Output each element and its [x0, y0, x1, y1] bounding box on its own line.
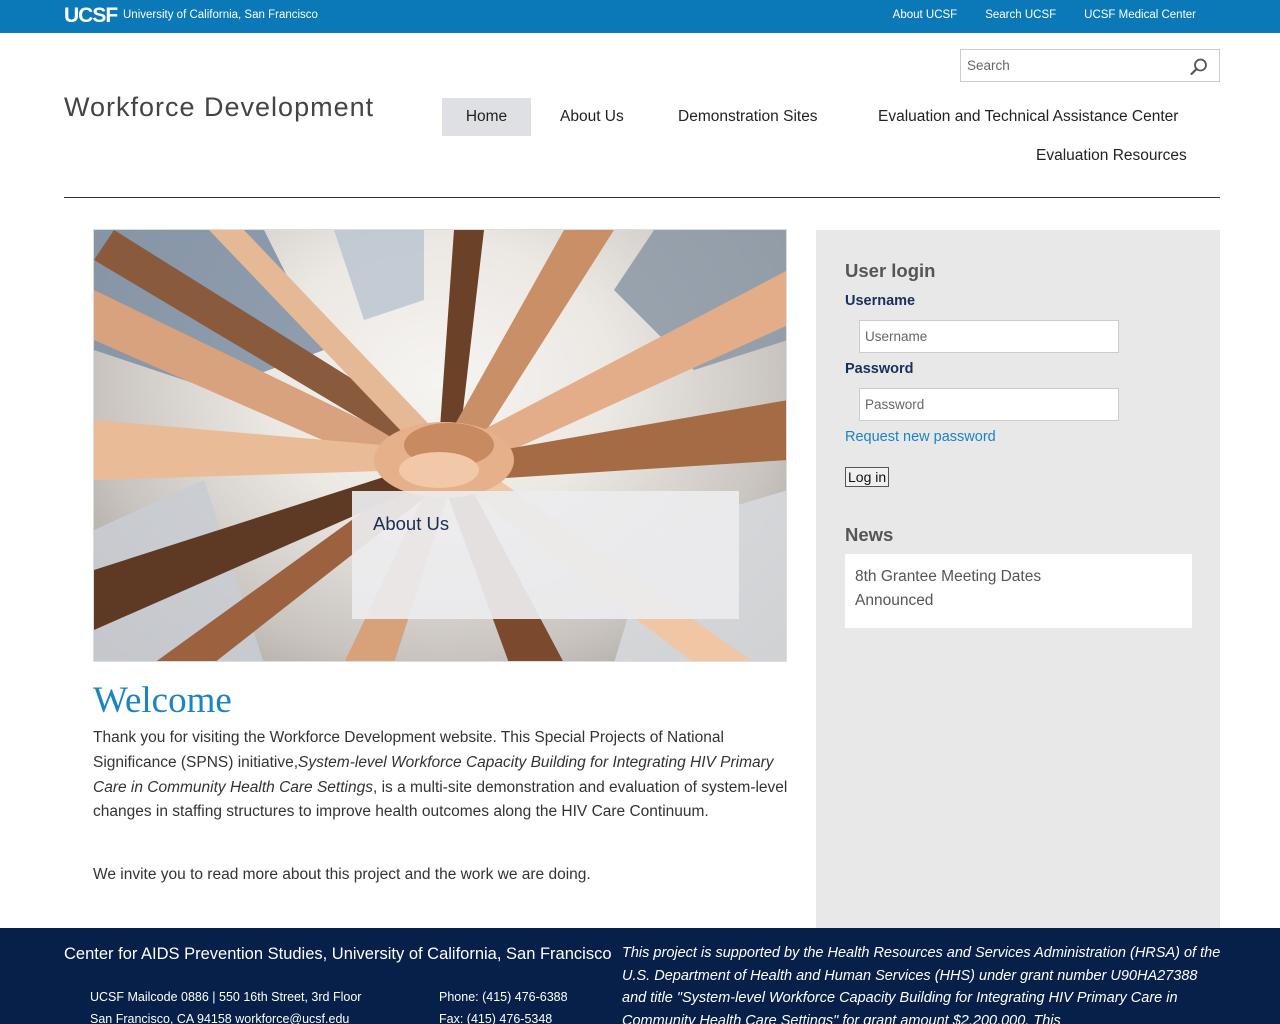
nav-demonstration-sites[interactable]: Demonstration Sites	[678, 98, 818, 136]
news-item-link[interactable]: 8th Grantee Meeting Dates Announced	[855, 565, 1055, 612]
intro-paragraph: Thank you for visiting the Workforce Dev…	[93, 726, 793, 825]
search-ucsf-link[interactable]: Search UCSF	[985, 9, 1056, 21]
ucsf-medical-center-link[interactable]: UCSF Medical Center	[1084, 9, 1196, 21]
username-field[interactable]	[859, 320, 1119, 353]
sidebar: User login Username Password Request new…	[816, 230, 1220, 928]
footer: Center for AIDS Prevention Studies, Univ…	[0, 928, 1280, 1024]
password-label: Password	[845, 361, 914, 377]
log-in-button[interactable]: Log in	[845, 467, 890, 487]
search-input[interactable]	[961, 50, 1181, 81]
search-icon[interactable]	[1189, 57, 1209, 77]
site-title[interactable]: Workforce Development	[64, 92, 374, 123]
nav-demonstration-sites-label[interactable]: Demonstration Sites	[678, 98, 818, 136]
invite-paragraph: We invite you to read more about this pr…	[93, 866, 591, 883]
hero-caption-panel[interactable]: About Us	[352, 491, 739, 619]
footer-address-line-1: UCSF Mailcode 0886 | 550 16th Street, 3r…	[90, 990, 362, 1004]
nav-evaluation-resources-label[interactable]: Evaluation Resources	[1036, 137, 1187, 175]
footer-address: UCSF Mailcode 0886 | 550 16th Street, 3r…	[90, 986, 361, 1024]
ucsf-top-bar: UCSF University of California, San Franc…	[0, 0, 1280, 33]
welcome-heading: Welcome	[93, 680, 232, 721]
footer-fax: Fax: (415) 476-5348	[439, 1012, 553, 1024]
footer-organization: Center for AIDS Prevention Studies, Univ…	[64, 945, 612, 963]
header-divider	[64, 197, 1220, 198]
about-ucsf-link[interactable]: About UCSF	[893, 9, 958, 21]
nav-evaluation-center-label[interactable]: Evaluation and Technical Assistance Cent…	[878, 98, 1178, 136]
hero-slideshow[interactable]: About Us	[93, 229, 787, 662]
nav-home[interactable]: Home	[442, 98, 531, 136]
site-search	[960, 49, 1220, 82]
footer-grant-statement: This project is supported by the Health …	[622, 945, 1221, 1024]
nav-evaluation-resources[interactable]: Evaluation Resources	[1036, 137, 1187, 175]
news-item: 8th Grantee Meeting Dates Announced	[845, 554, 1192, 628]
footer-address-line-2: San Francisco, CA 94158 workforce@ucsf.e…	[90, 1012, 350, 1024]
nav-home-label[interactable]: Home	[442, 98, 531, 136]
nav-about-us[interactable]: About Us	[560, 98, 624, 136]
news-heading: News	[845, 524, 894, 545]
footer-contact: Phone: (415) 476-6388 Fax: (415) 476-534…	[439, 986, 568, 1024]
top-links: About UCSF Search UCSF UCSF Medical Cent…	[893, 9, 1196, 21]
footer-phone: Phone: (415) 476-6388	[439, 990, 568, 1004]
password-field[interactable]	[859, 388, 1119, 421]
ucsf-logo[interactable]: UCSF	[64, 4, 118, 28]
nav-about-us-label[interactable]: About Us	[560, 98, 624, 136]
hero-caption-title[interactable]: About Us	[373, 513, 449, 535]
username-label: Username	[845, 293, 916, 309]
university-name[interactable]: University of California, San Francisco	[123, 9, 318, 21]
request-new-password-link[interactable]: Request new password	[845, 429, 996, 445]
nav-evaluation-center[interactable]: Evaluation and Technical Assistance Cent…	[878, 98, 1178, 136]
user-login-heading: User login	[845, 260, 936, 281]
